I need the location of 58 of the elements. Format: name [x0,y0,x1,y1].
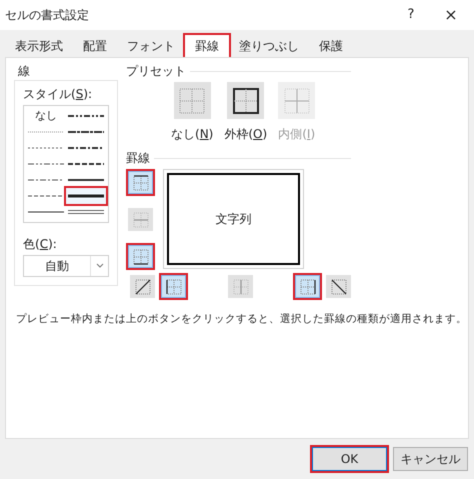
line-style-icon [28,193,64,199]
line-style-icon [28,209,64,215]
border-preview[interactable]: 文字列 [163,169,304,269]
preview-text: 文字列 [216,211,252,228]
grid-icon [132,212,148,228]
tab[interactable]: 表示形式 [5,35,73,57]
top-border-button[interactable] [128,171,153,194]
hint-text: プレビュー枠内または上のボタンをクリックすると、選択した罫線の種類が適用されます。 [16,312,460,327]
tab[interactable]: フォント [117,35,185,57]
diagonal-border-button[interactable] [130,275,155,298]
line-style-icon [68,129,104,135]
line-style-icon [68,113,104,119]
line-style-icon [28,129,64,135]
preset-label: 内側(I) [278,126,316,143]
outline-border-icon [230,86,261,116]
line-style-icon [68,145,104,151]
line-style-icon [68,209,104,215]
diagonal-line-icon [330,278,346,294]
line-style-icon [28,161,64,167]
group-title: 罫線 [126,150,150,167]
diagonal-border-button[interactable] [326,275,351,298]
inside-border-icon [282,86,312,116]
grid-icon [300,278,316,294]
group-title: プリセット [126,63,186,80]
grid-icon [232,278,248,294]
tab[interactable]: 配置 [73,35,117,57]
style-list[interactable]: なし [23,105,109,223]
line-style-option[interactable] [66,188,106,204]
bottom-border-button[interactable] [128,245,153,268]
close-button[interactable]: × [439,3,463,27]
grid-icon [166,278,182,294]
window-title: セルの書式設定 [5,7,89,24]
style-option[interactable]: なし [26,108,66,124]
color-label: 色(C): [23,236,58,253]
dialog-button[interactable]: キャンセル [391,445,470,473]
line-style-icon [68,161,104,167]
line-style-icon [68,193,104,199]
preset-button[interactable] [227,82,264,119]
tab[interactable]: 保護 [309,35,353,57]
tab[interactable]: 罫線 [185,35,229,57]
help-button[interactable]: ? [399,5,423,25]
tab[interactable]: 塗りつぶし [229,35,309,57]
preset-label: 外枠(O) [224,126,268,143]
line-style-icon [28,145,64,151]
grid-icon [132,174,148,190]
no-border-icon [177,86,208,116]
group-title: 線 [18,63,31,80]
style-label: スタイル(S): [23,86,94,103]
color-dropdown[interactable]: 自動 [23,255,109,277]
color-value: 自動 [44,258,70,275]
grid-icon [132,248,148,264]
dialog-button[interactable]: OK [310,445,389,473]
right-border-button[interactable] [295,275,320,298]
diagonal-line-icon [134,278,150,294]
preset-label: なし(N) [171,126,214,143]
left-border-button[interactable] [161,275,186,298]
line-style-icon [28,177,64,183]
line-style-icon [68,177,104,183]
